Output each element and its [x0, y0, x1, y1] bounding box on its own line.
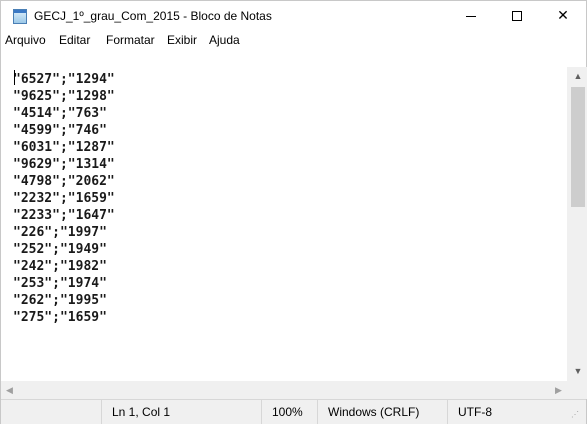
menu-formatar[interactable]: Formatar	[106, 33, 155, 47]
text-line: "4514";"763"	[13, 106, 107, 121]
text-line: "242";"1982"	[13, 259, 107, 274]
text-line: "275";"1659"	[13, 310, 107, 325]
scroll-left-icon[interactable]: ◀	[1, 381, 18, 399]
text-line: "252";"1949"	[13, 242, 107, 257]
menu-bar: Arquivo Editar Formatar Exibir Ajuda	[1, 31, 586, 50]
scroll-right-icon[interactable]: ▶	[550, 381, 567, 399]
text-caret	[14, 70, 15, 85]
window-title: GECJ_1º_grau_Com_2015 - Bloco de Notas	[34, 9, 272, 23]
status-line-ending: Windows (CRLF)	[317, 400, 447, 424]
menu-arquivo[interactable]: Arquivo	[5, 33, 46, 47]
resize-grip-icon[interactable]: ⋰	[571, 410, 583, 422]
text-line: "9625";"1298"	[13, 89, 115, 104]
minimize-icon	[466, 15, 476, 17]
scrollbar-corner	[567, 381, 587, 399]
text-line: "253";"1974"	[13, 276, 107, 291]
text-editor[interactable]: "6527";"1294" "9625";"1298" "4514";"763"…	[9, 50, 569, 381]
minimize-button[interactable]	[448, 1, 494, 31]
menu-editar[interactable]: Editar	[59, 33, 90, 47]
horizontal-scrollbar[interactable]: ◀ ▶	[1, 381, 567, 399]
maximize-button[interactable]	[494, 1, 540, 31]
text-line: "6527";"1294"	[13, 72, 115, 87]
status-cursor-position: Ln 1, Col 1	[101, 400, 261, 424]
text-line: "4599";"746"	[13, 123, 107, 138]
notepad-window: GECJ_1º_grau_Com_2015 - Bloco de Notas ✕…	[0, 0, 587, 424]
close-icon: ✕	[557, 8, 569, 24]
text-line: "2232";"1659"	[13, 191, 115, 206]
status-encoding: UTF-8	[447, 400, 567, 424]
status-zoom: 100%	[261, 400, 317, 424]
vertical-scroll-thumb[interactable]	[571, 87, 585, 207]
scroll-down-icon[interactable]: ▼	[568, 362, 587, 379]
menu-ajuda[interactable]: Ajuda	[209, 33, 240, 47]
maximize-icon	[512, 11, 522, 21]
text-line: "2233";"1647"	[13, 208, 115, 223]
title-bar[interactable]: GECJ_1º_grau_Com_2015 - Bloco de Notas ✕	[1, 1, 586, 31]
status-bar: Ln 1, Col 1 100% Windows (CRLF) UTF-8 ⋰	[1, 399, 586, 424]
scroll-up-icon[interactable]: ▲	[568, 67, 587, 84]
text-line: "6031";"1287"	[13, 140, 115, 155]
text-line: "226";"1997"	[13, 225, 107, 240]
text-line: "4798";"2062"	[13, 174, 115, 189]
text-line: "9629";"1314"	[13, 157, 115, 172]
notepad-icon	[13, 9, 27, 24]
vertical-scrollbar[interactable]: ▲ ▼	[567, 67, 587, 382]
text-line: "262";"1995"	[13, 293, 107, 308]
menu-exibir[interactable]: Exibir	[167, 33, 197, 47]
close-button[interactable]: ✕	[540, 1, 586, 31]
